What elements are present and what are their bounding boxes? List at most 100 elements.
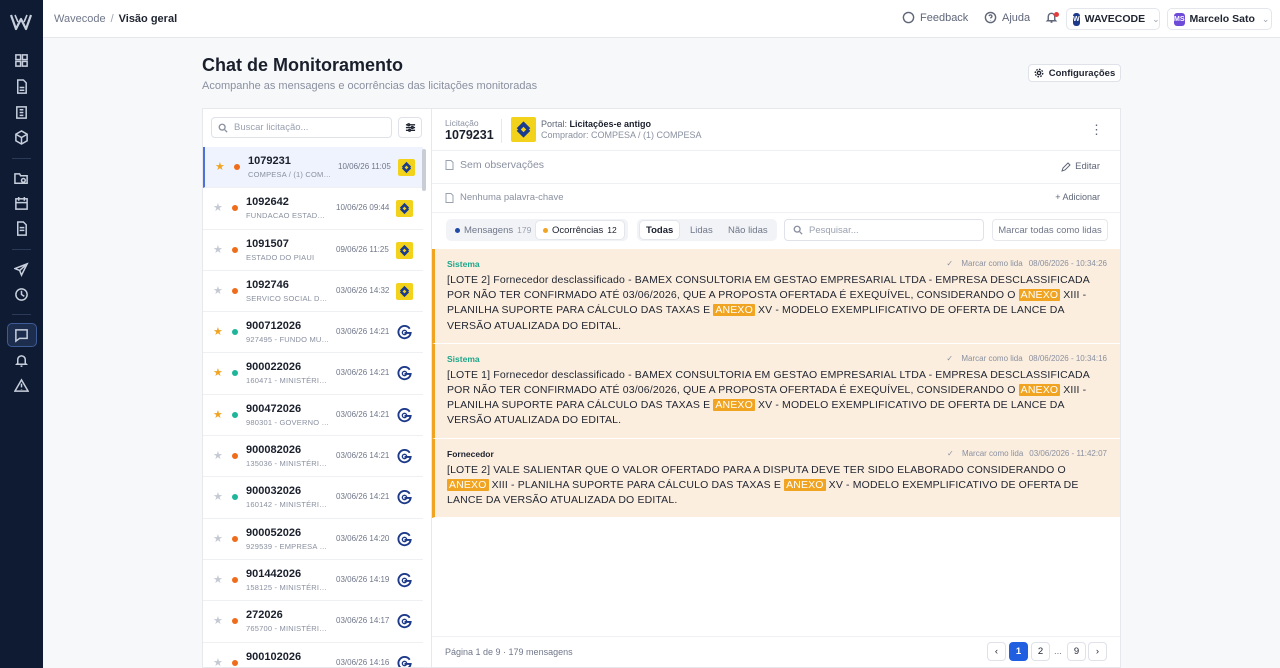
settings-button[interactable]: Configurações [1028,64,1121,82]
status-dot [232,411,238,418]
star-icon[interactable]: ★ [215,160,225,173]
bell-icon[interactable] [13,352,30,369]
licitacao-row[interactable]: ★ 900022026 160471 - MINISTÉRIO DA DEFESA 0… [203,353,423,395]
comprasgov-icon [396,613,413,630]
licitacao-row[interactable]: ★ 900102026 03/06/26 14:16 [203,643,423,667]
message-meta: ✓ Marcar como lida 03/06/2026 - 11:42:07 [941,449,1107,458]
mark-read-button[interactable]: ✓ Marcar como lida [946,354,1022,363]
star-icon[interactable]: ★ [213,532,223,545]
licitacao-date: 03/06/26 14:21 [336,451,390,461]
licitacao-date: 03/06/26 14:20 [336,533,390,543]
tab-messages-count: 179 [517,225,532,235]
alert-icon[interactable] [13,377,30,394]
wavecode-logo-icon[interactable] [10,12,32,32]
licitacao-row[interactable]: ★ 1092642 FUNDACAO ESTADUAL 10/06/26 09:44 [203,188,423,230]
licitacao-number: 900102026 [246,650,302,663]
banco-do-brasil-icon [398,159,415,176]
edit-observation-button[interactable]: Editar [1061,161,1100,172]
rail-divider [12,249,31,250]
file-text-icon[interactable] [13,220,30,237]
mark-read-button[interactable]: ✓ Marcar como lida [947,449,1023,458]
messages-dot [455,227,460,233]
filter-button[interactable] [398,117,422,138]
page-2-button[interactable]: 2 [1031,642,1050,661]
mark-all-read-button[interactable]: Marcar todas como lidas [992,219,1108,241]
licitacao-row[interactable]: ★ 1091507 ESTADO DO PIAUI 09/06/26 11:25 [203,230,423,271]
licitacao-row[interactable]: ★ 900032026 160142 - MINISTÉRIO DA DEFESA 0… [203,477,423,519]
keyword-highlight: ANEXO [1018,289,1061,302]
more-options-icon[interactable]: ⋮ [1090,122,1103,138]
status-dot [232,494,238,501]
licitacao-buyer: 160142 - MINISTÉRIO DA DEFESA [246,500,330,510]
rail-divider [12,314,31,315]
filter-read[interactable]: Lidas [684,221,719,239]
comprasgov-icon [396,655,413,667]
message-search-input[interactable]: Pesquisar... [784,219,984,241]
star-icon[interactable]: ★ [213,656,223,667]
licitacao-row[interactable]: ★ 901442026 158125 - MINISTÉRIO DA EDUCAÇÃ… [203,560,423,602]
licitacao-search-input[interactable]: Buscar licitação... [211,117,392,138]
licitacao-row[interactable]: ★ 1079231 COMPESA / (1) COMPESA 10/06/26 11… [203,147,423,189]
filter-unread[interactable]: Não lidas [722,221,774,239]
licitacao-row[interactable]: ★ 900712026 927495 - FUNDO MUNICIPAL 03/06/… [203,312,423,354]
licitacao-row[interactable]: ★ 900082026 135036 - MINISTÉRIO DA AGRICUL… [203,436,423,478]
licitacao-date: 03/06/26 14:21 [336,409,390,419]
tab-messages-label: Mensagens [464,224,514,236]
star-icon[interactable]: ★ [213,284,223,297]
star-icon[interactable]: ★ [213,201,223,214]
portal-name: Licitações-e antigo [569,119,652,129]
document-icon[interactable] [13,78,30,95]
page-9-button[interactable]: 9 [1067,642,1086,661]
star-icon[interactable]: ★ [213,490,223,503]
mark-read-button[interactable]: ✓ Marcar como lida [946,259,1022,268]
list-scrollbar[interactable] [422,149,426,191]
workspace-badge: W [1073,12,1080,26]
licitacao-date: 03/06/26 14:16 [336,657,390,667]
book-icon[interactable] [13,104,30,121]
star-icon[interactable]: ★ [213,408,223,421]
dashboard-icon[interactable] [13,52,30,69]
star-icon[interactable]: ★ [213,243,223,256]
feedback-button[interactable]: Feedback [902,11,968,24]
calendar-icon[interactable] [13,195,30,212]
licitacao-date: 10/06/26 11:05 [338,162,391,171]
user-menu[interactable]: MS Marcelo Sato ⌄ [1167,8,1272,30]
licitacao-row[interactable]: ★ 900472026 980301 - GOVERNO DO ESTADO 03/0… [203,395,423,437]
breadcrumb-root[interactable]: Wavecode [54,13,106,25]
star-icon[interactable]: ★ [213,325,223,338]
workspace-selector[interactable]: W WAVECODE ⌄ [1066,8,1160,30]
star-icon[interactable]: ★ [213,573,223,586]
occurrence-message: Sistema ✓ Marcar como lida 08/06/2026 - 10… [432,343,1120,439]
keyword-highlight: ANEXO [713,399,755,412]
licitacao-buyer: 927495 - FUNDO MUNICIPAL [246,335,330,345]
tab-messages[interactable]: Mensagens 179 [448,221,538,239]
licitacao-buyer: 158125 - MINISTÉRIO DA EDUCAÇÃO [246,582,330,592]
banco-do-brasil-icon [396,241,413,259]
add-keyword-button[interactable]: + Adicionar [1055,192,1100,202]
cube-icon[interactable] [13,129,30,146]
help-button[interactable]: Ajuda [984,11,1030,24]
filter-all[interactable]: Todas [640,221,680,239]
tab-occurrences[interactable]: Ocorrências 12 [536,221,624,239]
chat-panel: Licitação 1079231 Portal: Licitações-e a… [431,108,1121,668]
status-dot [232,618,238,625]
prev-page-button[interactable]: ‹ [987,642,1006,661]
mark-read-label: Marcar como lida [961,259,1023,268]
next-page-button[interactable]: › [1088,642,1107,661]
avatar: MS [1174,12,1185,26]
message-time: 03/06/2026 - 11:42:07 [1029,448,1107,458]
status-dot [232,370,238,377]
star-icon[interactable]: ★ [213,366,223,379]
chevron-down-icon: ⌄ [1152,13,1160,24]
licitacao-row[interactable]: ★ 272026 765700 - MINISTÉRIO DA SAÚDE 03/06… [203,601,423,643]
chat-icon[interactable] [13,327,30,344]
licitacao-row[interactable]: ★ 900052026 929539 - EMPRESA MUNICIPAL 03/0… [203,519,423,560]
send-icon[interactable] [13,261,30,278]
folder-search-icon[interactable] [13,170,30,187]
star-icon[interactable]: ★ [213,449,223,462]
licitacao-row[interactable]: ★ 1092746 SERVICO SOCIAL DO COMERCIO 03/06/… [203,271,423,313]
tab-occurrences-label: Ocorrências [552,224,604,236]
star-icon[interactable]: ★ [213,614,223,627]
page-1-button[interactable]: 1 [1009,642,1028,661]
history-icon[interactable] [13,286,30,303]
